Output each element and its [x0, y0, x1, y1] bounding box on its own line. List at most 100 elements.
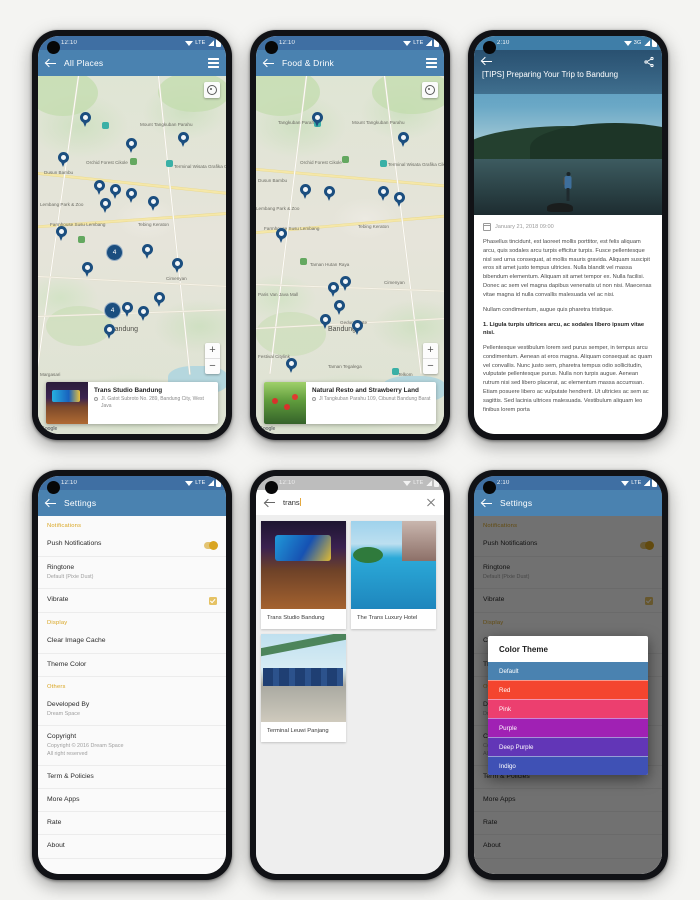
theme-option-deep-purple[interactable]: Deep Purple [488, 737, 648, 756]
map-pin[interactable] [56, 226, 67, 241]
back-arrow-icon[interactable] [45, 497, 57, 509]
poi-marker[interactable] [392, 368, 399, 375]
map-pin[interactable] [300, 184, 311, 199]
map-pin[interactable] [352, 320, 363, 335]
map-pin[interactable] [148, 196, 159, 211]
setting-row-clear-image-cache[interactable]: Clear Image Cache [38, 630, 226, 654]
map-label: Lembang Park & Zoo [40, 202, 84, 207]
map-pin[interactable] [58, 152, 69, 167]
push-notifications-toggle[interactable] [204, 540, 218, 550]
map-pin[interactable] [398, 132, 409, 147]
wifi-icon [185, 480, 194, 486]
map-pin[interactable] [340, 276, 351, 291]
wifi-icon [403, 480, 412, 486]
section-header-notifications: Notifications [47, 523, 82, 529]
map-pin[interactable] [110, 184, 121, 199]
my-location-icon[interactable] [204, 82, 220, 98]
place-card[interactable]: Trans Studio Bandung Jl. Gatot Subroto N… [46, 382, 218, 424]
poi-marker[interactable] [380, 160, 387, 167]
result-card[interactable]: Terminal Leuwi Panjang [261, 633, 346, 742]
poi-marker[interactable] [166, 160, 173, 167]
list-view-icon[interactable] [208, 58, 219, 68]
map-zoom-controls[interactable]: + − [423, 343, 438, 374]
list-view-icon[interactable] [426, 58, 437, 68]
map-pin[interactable] [138, 306, 149, 321]
setting-row-more-apps[interactable]: More Apps [38, 789, 226, 813]
map-cluster[interactable]: 4 [104, 302, 121, 319]
map-pin[interactable] [312, 112, 323, 127]
wifi-icon [403, 40, 412, 46]
color-theme-dialog[interactable]: Color Theme Default Red Pink Purple Deep… [488, 636, 648, 775]
map-pin[interactable] [394, 192, 405, 207]
map-pin[interactable] [94, 180, 105, 195]
map-pin[interactable] [82, 262, 93, 277]
back-arrow-icon[interactable] [45, 57, 57, 69]
map-pin[interactable] [378, 186, 389, 201]
zoom-in-button[interactable]: + [423, 343, 438, 359]
back-arrow-icon[interactable] [481, 55, 493, 67]
search-input[interactable]: trans [283, 498, 419, 507]
vibrate-checkbox[interactable] [209, 597, 217, 606]
map-canvas[interactable]: Mount Tangkuban Parahu Orchid Forest Cik… [38, 76, 226, 434]
map-pin[interactable] [80, 112, 91, 127]
back-arrow-icon[interactable] [481, 497, 493, 509]
map-pin[interactable] [286, 358, 297, 373]
zoom-in-button[interactable]: + [205, 343, 220, 359]
status-bar: 12:10 LTE [38, 476, 226, 490]
map-pin[interactable] [104, 324, 115, 339]
theme-option-pink[interactable]: Pink [488, 699, 648, 718]
setting-row-rate[interactable]: Rate [38, 812, 226, 836]
setting-row-push-notifications[interactable]: Push Notifications [38, 533, 226, 557]
map-label: Cimenyan [166, 276, 187, 281]
map-pin[interactable] [178, 132, 189, 147]
back-arrow-icon[interactable] [264, 497, 276, 509]
settings-list[interactable]: Notifications Push Notifications Rington… [38, 516, 226, 874]
setting-row-theme-color[interactable]: Theme Color [38, 654, 226, 677]
back-arrow-icon[interactable] [263, 57, 275, 69]
result-card[interactable]: Trans Studio Bandung [261, 521, 346, 629]
poi-marker[interactable] [300, 258, 307, 265]
setting-row-ringtone[interactable]: Ringtone Default (Pixie Dust) [38, 557, 226, 590]
poi-marker[interactable] [130, 158, 137, 165]
map-pin[interactable] [320, 314, 331, 329]
article-date-text: January 21, 2018 09:00 [495, 224, 554, 230]
clear-icon[interactable] [426, 498, 436, 508]
signal-icon [207, 40, 214, 46]
share-icon[interactable] [643, 55, 655, 68]
theme-option-purple[interactable]: Purple [488, 718, 648, 737]
zoom-out-button[interactable]: − [205, 359, 220, 374]
poi-marker[interactable] [78, 236, 85, 243]
setting-row-developed-by[interactable]: Developed By Dream Space [38, 694, 226, 727]
setting-row-copyright[interactable]: Copyright Copyright © 2016 Dream Space A… [38, 726, 226, 766]
map-pin[interactable] [126, 188, 137, 203]
my-location-icon[interactable] [422, 82, 438, 98]
poi-marker[interactable] [102, 122, 109, 129]
setting-row-about[interactable]: About [38, 835, 226, 859]
theme-option-default[interactable]: Default [488, 662, 648, 680]
map-zoom-controls[interactable]: + − [205, 343, 220, 374]
map-pin[interactable] [122, 302, 133, 317]
poi-marker[interactable] [342, 156, 349, 163]
setting-row-term-policies[interactable]: Term & Policies [38, 766, 226, 790]
theme-option-indigo[interactable]: Indigo [488, 756, 648, 775]
result-card[interactable]: The Trans Luxury Hotel [351, 521, 436, 629]
map-cluster[interactable]: 4 [106, 244, 123, 261]
setting-row-vibrate[interactable]: Vibrate [38, 589, 226, 614]
theme-option-red[interactable]: Red [488, 680, 648, 699]
map-pin[interactable] [126, 138, 137, 153]
map-pin[interactable] [154, 292, 165, 307]
map-pin[interactable] [334, 300, 345, 315]
map-label: Terminal Wisata Grafika Cikole [174, 164, 226, 169]
article-body[interactable]: January 21, 2018 09:00 Phasellus tincidu… [474, 215, 662, 434]
search-results-grid[interactable]: Trans Studio Bandung The Trans Luxury Ho… [256, 516, 444, 874]
map-pin[interactable] [100, 198, 111, 213]
screen-theme-dialog: 2:10 LTE Settings Notifications Push Not… [474, 476, 662, 874]
map-pin[interactable] [142, 244, 153, 259]
place-card[interactable]: Natural Resto and Strawberry Land Jl Tan… [264, 382, 436, 424]
map-pin[interactable] [324, 186, 335, 201]
map-pin[interactable] [276, 228, 287, 243]
map-pin[interactable] [328, 282, 339, 297]
map-canvas[interactable]: Tangkuban Parahu Mount Tangkuban Parahu … [256, 76, 444, 434]
map-pin[interactable] [172, 258, 183, 273]
zoom-out-button[interactable]: − [423, 359, 438, 374]
